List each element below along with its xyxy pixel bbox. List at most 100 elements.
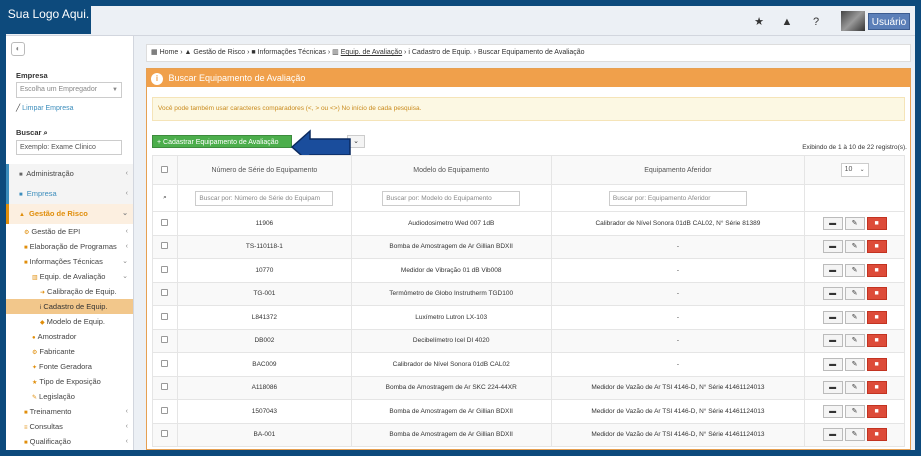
cell-serie: 11906 [176,211,352,236]
row-checkbox[interactable] [161,312,169,320]
warning-icon[interactable]: ▲ [780,15,794,29]
edit-icon[interactable]: ✎ [844,263,865,277]
modelo-filter-input[interactable]: Buscar por: Modelo do Equipamento [382,190,521,206]
view-card-icon[interactable]: ▬ [822,334,843,348]
edit-icon[interactable]: ✎ [844,357,865,371]
view-card-icon[interactable]: ▬ [822,263,843,277]
sidebar-item-cadastro[interactable]: i Cadastro de Equip. [6,299,133,314]
row-checkbox[interactable] [161,289,169,297]
sidebar-item-qualificacao[interactable]: ■ Qualificação ‹ [6,434,133,449]
row-checkbox[interactable] [161,406,169,414]
edit-icon[interactable]: ✎ [844,310,865,324]
row-checkbox[interactable] [161,336,169,344]
table-row: 10770 Medidor de Vibração 01 dB Vib008- ▬ ✎… [152,258,905,283]
page-size-select[interactable]: 10 ⌄ [840,163,869,177]
cell-aferidor: - [550,352,806,377]
edit-icon[interactable]: ✎ [844,428,865,442]
view-card-icon[interactable]: ▬ [822,216,843,230]
sidebar-item-elaboracao[interactable]: ■ Elaboração de Programas ‹ [6,239,133,254]
sidebar-item-administracao[interactable]: ■ Administração ‹ [6,164,133,184]
cell-modelo: Bomba de Amostragem de Ar Gillian BDXII [350,422,552,447]
view-card-icon[interactable]: ▬ [822,240,843,254]
add-equipment-button[interactable]: + Cadastrar Equipamento de Avaliação [152,135,292,148]
empresa-select[interactable]: Escolha um Empregador ▼ [16,82,122,98]
delete-icon[interactable]: ■ [866,240,887,254]
column-header-modelo[interactable]: Modelo do Equipamento [350,155,552,185]
row-checkbox[interactable] [161,242,169,250]
cell-modelo: Bomba de Amostragem de Ar Gillian BDXII [350,234,552,259]
sidebar-item-info-tecnicas[interactable]: ■ Informações Técnicas ⌄ [6,254,133,269]
delete-icon[interactable]: ■ [866,381,887,395]
view-card-icon[interactable]: ▬ [822,428,843,442]
sidebar-item-fabricante[interactable]: ⚙ Fabricante [6,344,133,359]
sidebar-item-gestao-risco[interactable]: ▲ Gestão de Risco ⌄ [6,204,133,224]
breadcrumb-home[interactable]: Home [160,49,179,56]
row-checkbox[interactable] [161,383,169,391]
serie-filter-input[interactable]: Buscar por: Número de Série do Equipam [195,190,334,206]
select-all-checkbox[interactable] [161,165,169,173]
sidebar-item-amostrador[interactable]: ● Amostrador [6,329,133,344]
row-checkbox[interactable] [161,430,169,438]
sidebar-toggle-icon[interactable]: ◐ [11,42,25,56]
star-icon[interactable]: ★ [752,15,766,29]
column-header-serie[interactable]: Número de Série do Equipamento [176,155,352,185]
edit-icon[interactable]: ✎ [844,404,865,418]
edit-icon[interactable]: ✎ [844,240,865,254]
edit-icon[interactable]: ✎ [844,334,865,348]
chevron-left-icon: ‹ [125,408,128,415]
chevron-down-icon: ⌄ [859,167,865,173]
building-icon: ■ [19,192,23,198]
breadcrumb-equip[interactable]: Equip. de Avaliação [341,49,402,56]
delete-icon[interactable]: ■ [866,263,887,277]
buscar-input[interactable]: Exemplo: Exame Clinico [16,140,122,155]
delete-icon[interactable]: ■ [866,404,887,418]
chart-icon: ▥ [332,49,339,56]
delete-icon[interactable]: ■ [866,287,887,301]
aferidor-filter-input[interactable]: Buscar por: Equipamento Aferidor [608,190,747,206]
chevron-left-icon: ‹ [125,243,128,250]
sidebar-item-legislacao[interactable]: ✎ Legislação [6,389,133,404]
filter-row: ⌕ Buscar por: Número de Série do Equipam… [152,184,905,212]
cell-serie: L841372 [176,305,352,330]
sidebar-item-gestao-epi[interactable]: ⚙ Gestão de EPI ‹ [6,224,133,239]
edit-icon[interactable]: ✎ [844,381,865,395]
row-checkbox[interactable] [161,218,169,226]
tag-icon: ◆ [40,320,45,326]
delete-icon[interactable]: ■ [866,310,887,324]
sidebar: ◐ Empresa Escolha um Empregador ▼ ╱ Limp… [6,36,134,450]
user-button[interactable]: Usuário [868,13,910,30]
sidebar-item-empresa[interactable]: ■ Empresa ‹ [6,184,133,204]
cell-aferidor: - [550,281,806,306]
edit-icon[interactable]: ✎ [844,216,865,230]
cell-modelo: Termômetro de Globo Instrutherm TGD100 [350,281,552,306]
breadcrumb-gestao[interactable]: Gestão de Risco [193,49,245,56]
row-checkbox[interactable] [161,359,169,367]
edit-icon[interactable]: ✎ [844,287,865,301]
sidebar-item-modelo[interactable]: ◆ Modelo de Equip. [6,314,133,329]
help-icon[interactable]: ? [809,15,823,29]
view-card-icon[interactable]: ▬ [822,310,843,324]
delete-icon[interactable]: ■ [866,334,887,348]
delete-icon[interactable]: ■ [866,216,887,230]
breadcrumb-info[interactable]: Informações Técnicas [258,49,326,56]
sidebar-item-fonte[interactable]: ✦ Fonte Geradora [6,359,133,374]
sidebar-item-tipo-exposicao[interactable]: ★ Tipo de Exposição [6,374,133,389]
sidebar-item-consultas[interactable]: ≡ Consultas ‹ [6,419,133,434]
sidebar-item-calibracao[interactable]: ➜ Calibração de Equip. [6,284,133,299]
view-card-icon[interactable]: ▬ [822,404,843,418]
avatar[interactable] [841,11,865,31]
sidebar-item-equip-avaliacao[interactable]: ▥ Equip. de Avaliação ⌄ [6,269,133,284]
column-header-aferidor[interactable]: Equipamento Aferidor [550,155,806,185]
row-checkbox[interactable] [161,265,169,273]
view-card-icon[interactable]: ▬ [822,381,843,395]
limpar-empresa-link[interactable]: ╱ Limpar Empresa [16,104,74,112]
search-panel: i Buscar Equipamento de Avaliação Você p… [146,68,911,450]
view-card-icon[interactable]: ▬ [822,357,843,371]
chevron-down-icon: ⌄ [122,273,128,280]
breadcrumb-cadastro[interactable]: Cadastro de Equip. [412,49,472,56]
chevron-left-icon: ‹ [125,190,128,197]
sidebar-item-treinamento[interactable]: ■ Treinamento ‹ [6,404,133,419]
delete-icon[interactable]: ■ [866,428,887,442]
delete-icon[interactable]: ■ [866,357,887,371]
view-card-icon[interactable]: ▬ [822,287,843,301]
